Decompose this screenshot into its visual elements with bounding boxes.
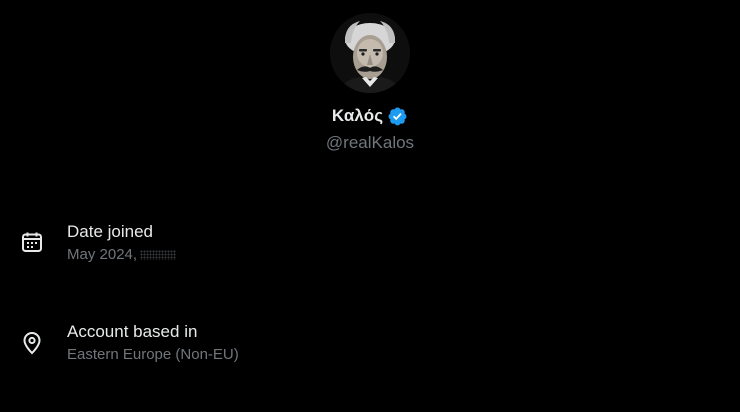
account-based-value: Eastern Europe (Non-EU) (67, 346, 239, 363)
account-based-row: Account based in Eastern Europe (Non-EU) (0, 322, 740, 372)
avatar-portrait (330, 13, 410, 93)
name-row: Καλός (332, 105, 408, 127)
profile-header: Καλός @realKalos (0, 13, 740, 153)
redacted-text (140, 250, 177, 261)
location-pin-icon (20, 331, 44, 355)
account-based-label: Account based in (67, 322, 198, 341)
user-handle[interactable]: @realKalos (326, 133, 414, 153)
display-name[interactable]: Καλός (332, 106, 383, 126)
verified-badge-icon[interactable] (387, 106, 408, 127)
date-joined-row: Date joined May 2024, (0, 222, 740, 272)
calendar-icon (20, 230, 44, 254)
date-joined-value: May 2024, (67, 246, 177, 263)
date-joined-label: Date joined (67, 222, 154, 241)
avatar[interactable] (330, 13, 410, 93)
